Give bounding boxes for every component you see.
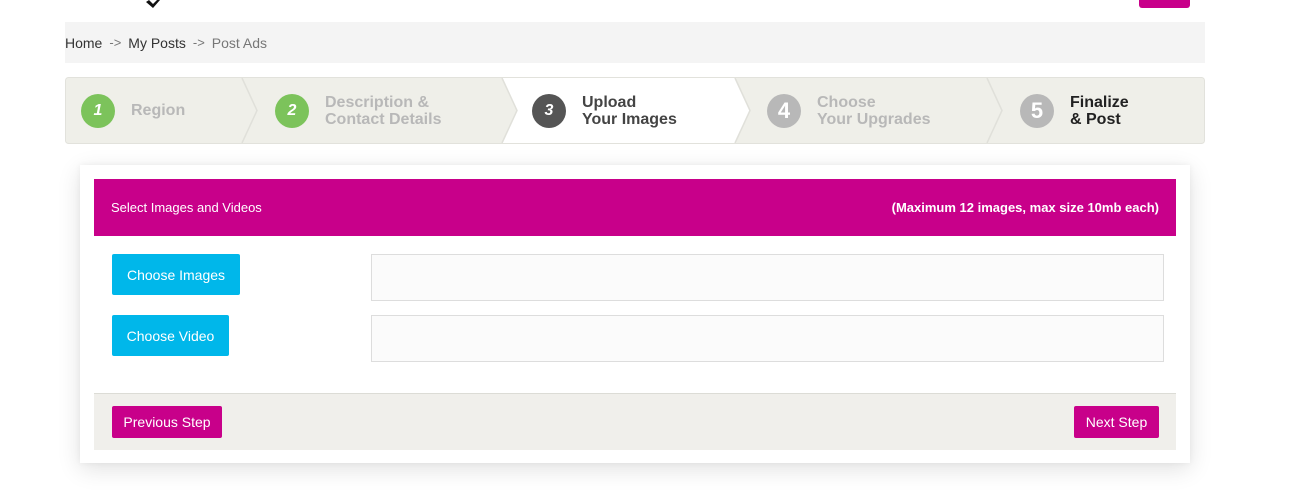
step-number-badge: 5 [1020,93,1054,128]
step-label-line2: Contact Details [325,110,442,128]
upload-panel-header: Select Images and Videos (Maximum 12 ima… [94,179,1176,236]
step-label-line1: Choose [817,93,876,111]
choose-images-button[interactable]: Choose Images [112,254,240,295]
step-finalize-post[interactable]: 5 Finalize & Post [1020,77,1129,144]
step-choose-upgrades[interactable]: 4 Choose Your Upgrades [767,77,931,144]
step-upload-images[interactable]: 3 Upload Your Images [532,77,677,144]
step-label-line1: Finalize [1070,93,1129,111]
previous-step-button[interactable]: Previous Step [112,406,222,438]
breadcrumb-home-link[interactable]: Home [65,35,102,51]
choose-video-button[interactable]: Choose Video [112,315,229,356]
step-label-line2: & Post [1070,110,1121,128]
next-step-button[interactable]: Next Step [1074,406,1159,438]
upload-card: Select Images and Videos (Maximum 12 ima… [80,165,1190,463]
step-label: Region [131,102,186,119]
breadcrumb-separator: -> [109,35,122,50]
step-description-contact[interactable]: 2 Description & Contact Details [275,77,441,144]
wizard-footer: Previous Step Next Step [94,393,1176,450]
video-file-list[interactable] [371,315,1164,362]
header-action-button[interactable] [1139,0,1190,8]
upload-panel-title: Select Images and Videos [111,200,262,215]
breadcrumb-my-posts-link[interactable]: My Posts [128,35,186,51]
logo-fragment [146,0,160,8]
step-number-badge: 3 [532,93,566,128]
images-file-list[interactable] [371,254,1164,301]
step-label-line1: Description & [325,93,430,111]
upload-limits-text: (Maximum 12 images, max size 10mb each) [891,200,1159,215]
breadcrumb: Home -> My Posts -> Post Ads [65,22,1205,63]
step-number-badge: 1 [81,93,115,128]
step-progress-bar: 1 Region 2 Description & Contact Details… [65,77,1205,144]
step-label-line1: Upload [582,93,637,111]
step-label-line2: Your Images [582,110,677,128]
step-number-badge: 2 [275,93,309,128]
breadcrumb-current: Post Ads [211,34,268,51]
step-label-line2: Your Upgrades [817,110,931,128]
step-number-badge: 4 [767,93,801,128]
breadcrumb-separator: -> [192,35,205,50]
step-region[interactable]: 1 Region [81,77,185,144]
